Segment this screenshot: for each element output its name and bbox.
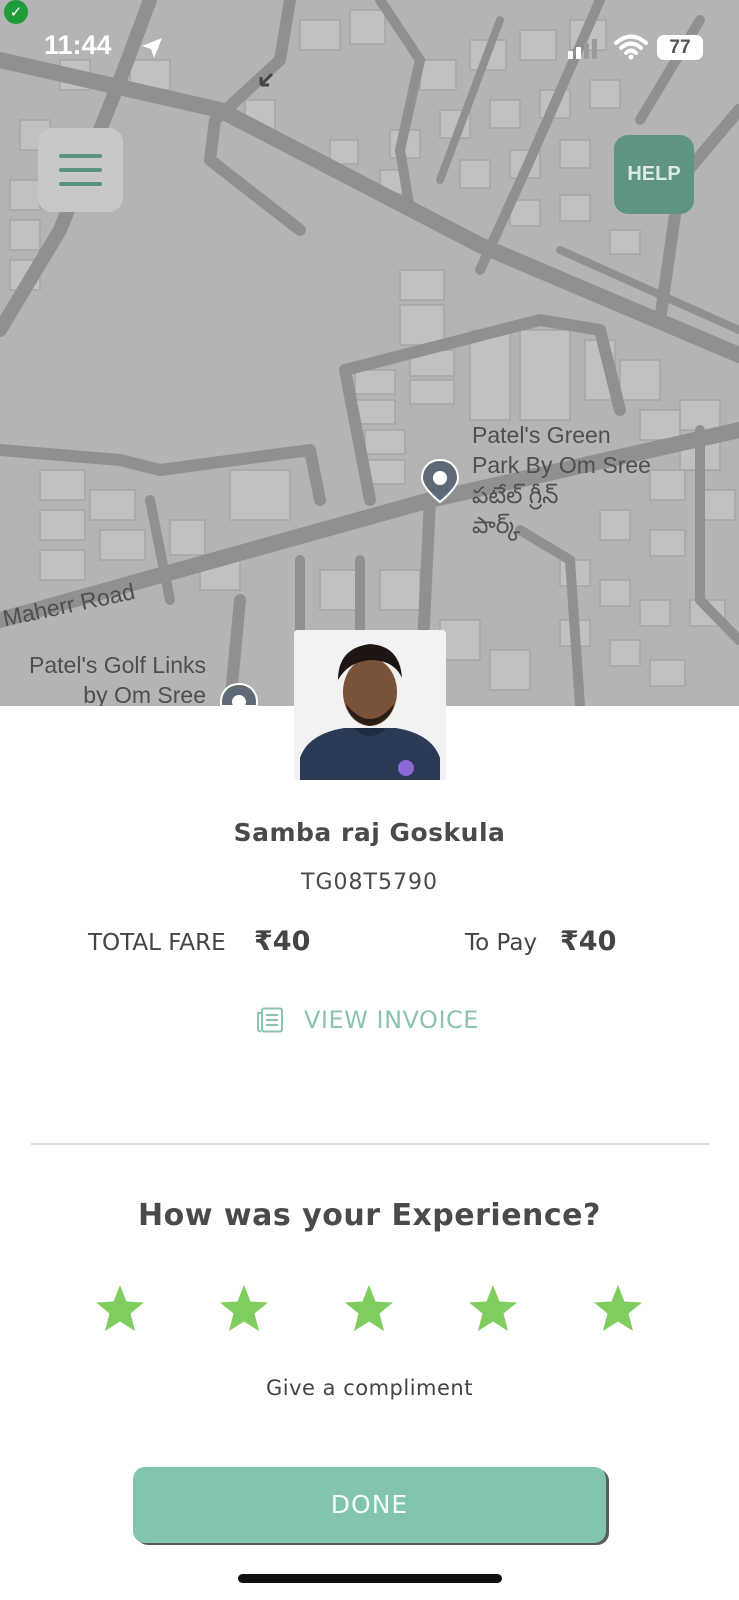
vehicle-number: TG08T5790 (301, 870, 438, 895)
map-place-label: Patel's Golf Links by Om Sree (12, 650, 206, 706)
star-icon[interactable] (592, 1283, 644, 1333)
hamburger-icon (59, 154, 102, 158)
direction-arrow-icon (259, 72, 274, 87)
menu-button[interactable] (38, 128, 123, 212)
map-view[interactable]: Patel's Green Park By Om Sree పటేల్ గ్రీ… (0, 0, 739, 706)
star-icon[interactable] (94, 1283, 146, 1333)
driver-avatar (294, 630, 446, 780)
rating-question: How was your Experience? (138, 1198, 601, 1233)
place-name-line: by Om Sree (83, 682, 206, 706)
view-invoice-link[interactable]: VIEW INVOICE (256, 1000, 479, 1040)
star-icon[interactable] (467, 1283, 519, 1333)
give-compliment-link[interactable]: Give a compliment (0, 1376, 739, 1400)
place-name-line: పటేల్ గ్రీన్ (472, 482, 559, 508)
check-icon: ✓ (4, 0, 28, 24)
driver-photo (294, 630, 446, 780)
place-name-line: Patel's Green (472, 422, 611, 448)
place-name-line: పార్క్ (472, 512, 521, 538)
done-button[interactable]: DONE (133, 1467, 606, 1543)
place-name-line: Patel's Golf Links (29, 652, 206, 678)
invoice-icon (257, 1007, 283, 1033)
total-fare-label: TOTAL FARE (88, 930, 226, 956)
signal-icon (568, 39, 597, 59)
battery-icon: 77 (657, 35, 703, 60)
star-icon[interactable] (218, 1283, 270, 1333)
location-pin-icon[interactable] (419, 458, 461, 504)
to-pay-label: To Pay (465, 930, 538, 956)
help-button[interactable]: HELP (614, 135, 694, 214)
wifi-icon (614, 34, 648, 60)
status-time: 11:44 (44, 30, 112, 60)
map-place-label: Patel's Green Park By Om Sree పటేల్ గ్రీ… (472, 420, 651, 540)
star-icon[interactable] (343, 1283, 395, 1333)
place-name-line: Park By Om Sree (472, 452, 651, 478)
view-invoice-label: VIEW INVOICE (304, 1006, 479, 1034)
home-indicator (238, 1574, 502, 1583)
total-fare-value: ₹40 (254, 926, 311, 957)
divider (31, 1143, 709, 1145)
driver-name: Samba raj Goskula (233, 818, 506, 847)
location-pin-icon[interactable] (218, 682, 260, 706)
to-pay-value: ₹40 (560, 926, 617, 957)
location-arrow-icon (142, 38, 162, 58)
